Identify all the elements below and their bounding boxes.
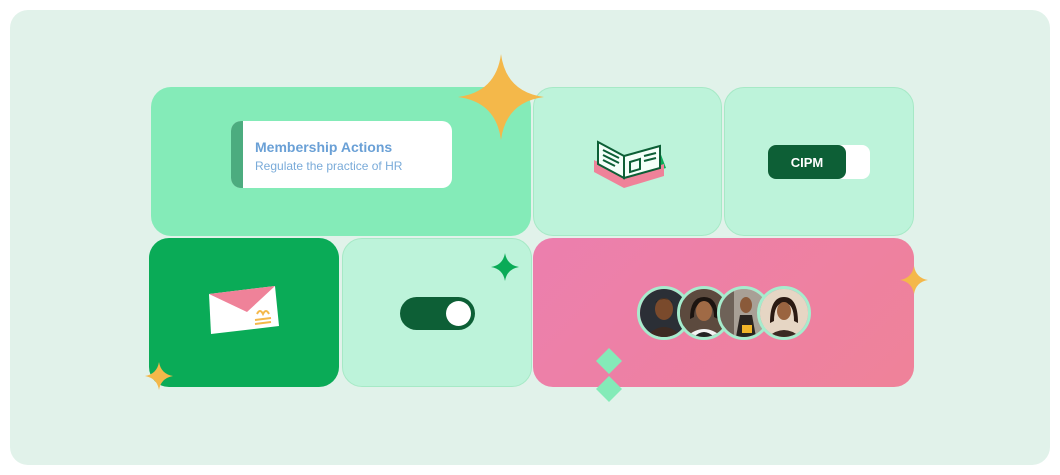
avatar-group [637,286,812,340]
card-accent-bar [231,121,243,188]
membership-subtitle: Regulate the practice of HR [255,159,403,173]
sparkle-icon [458,54,544,140]
cipm-tile: CIPM [724,87,914,236]
membership-card[interactable]: Membership Actions Regulate the practice… [231,121,452,188]
diamond-icon [596,348,622,402]
book-tile [533,87,722,236]
envelope-tile [149,238,339,387]
team-tile [533,238,914,387]
avatar[interactable] [757,286,811,340]
cipm-label: CIPM [768,145,846,179]
sparkle-icon [491,253,519,281]
toggle-knob [446,301,471,326]
membership-title: Membership Actions [255,139,393,155]
toggle-switch[interactable] [400,297,475,330]
sparkle-icon [145,362,173,390]
cipm-progress-pill[interactable]: CIPM [768,145,870,179]
envelope-icon [209,286,279,334]
book-icon [594,140,666,188]
sparkle-icon [900,266,928,294]
hero-frame: Membership Actions Regulate the practice… [10,10,1050,465]
